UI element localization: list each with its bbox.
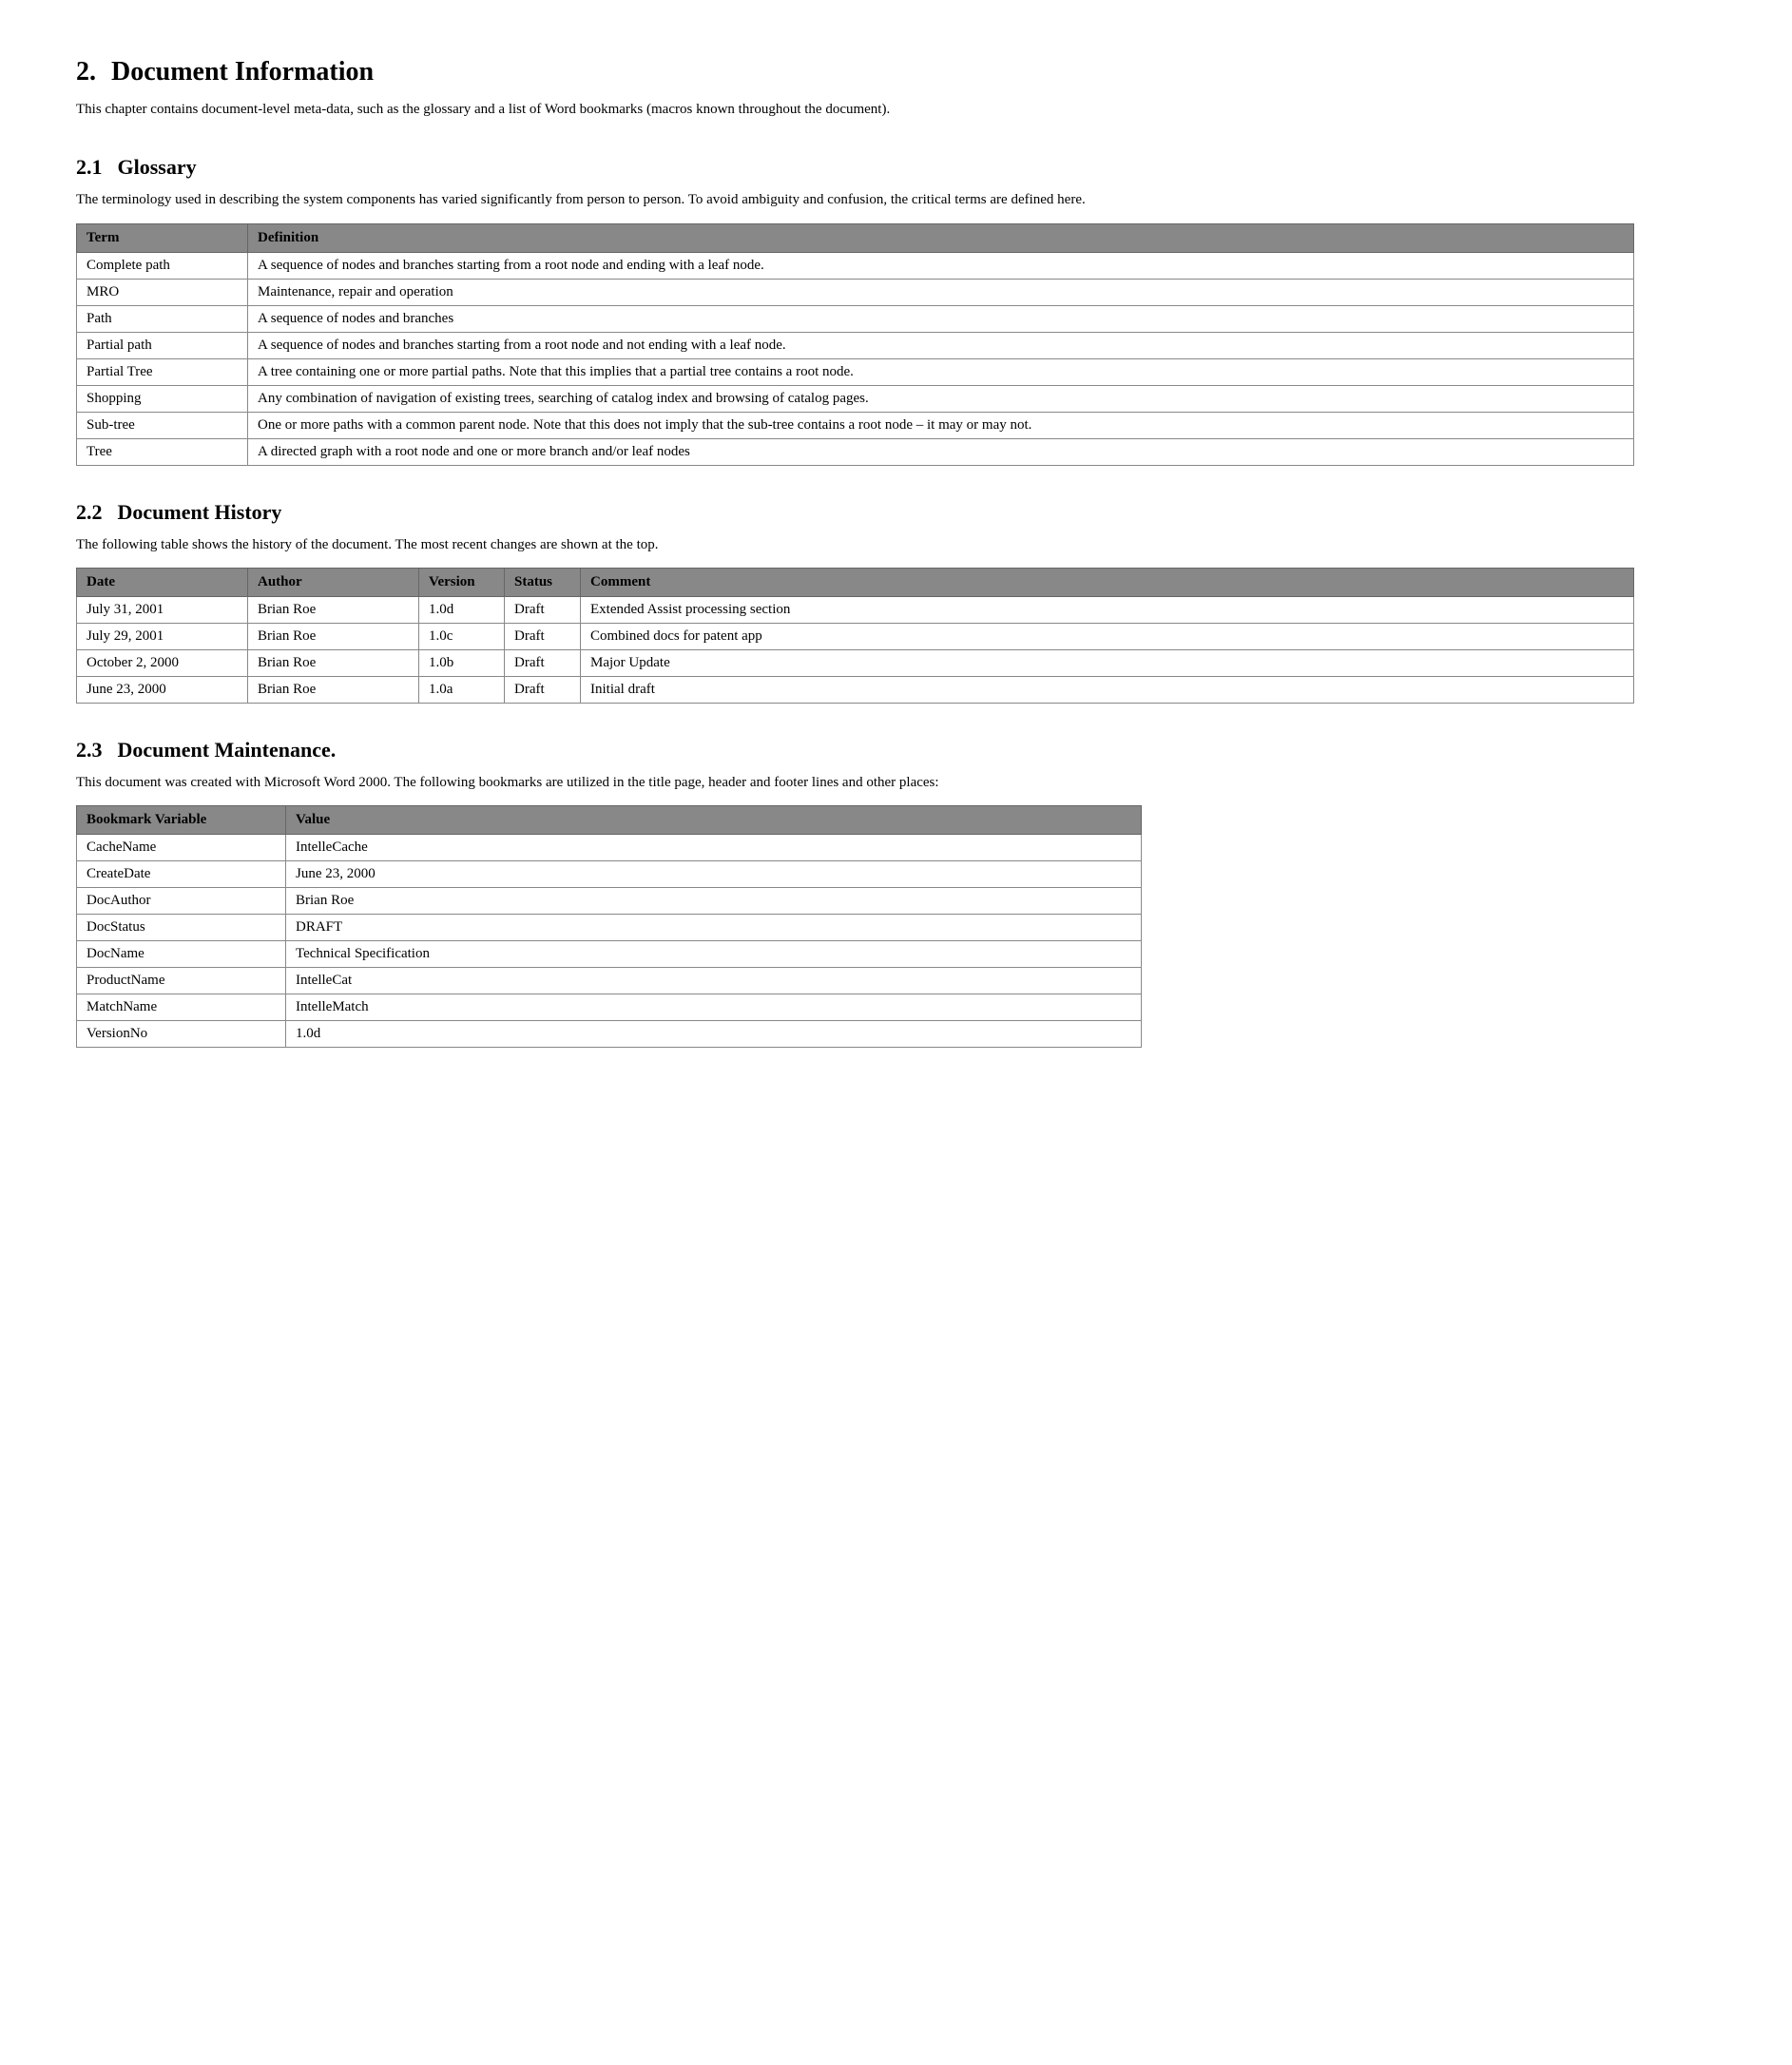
- bookmark-row: ProductNameIntelleCat: [77, 968, 1142, 994]
- history-date: July 29, 2001: [77, 623, 248, 649]
- history-comment: Major Update: [581, 649, 1634, 676]
- bookmark-value: Technical Specification: [286, 941, 1142, 968]
- history-version: 1.0a: [419, 676, 505, 703]
- history-version: 1.0c: [419, 623, 505, 649]
- glossary-term: Partial path: [77, 332, 248, 358]
- glossary-col-definition: Definition: [248, 223, 1634, 252]
- history-date: October 2, 2000: [77, 649, 248, 676]
- bookmark-row: CacheNameIntelleCache: [77, 835, 1142, 861]
- glossary-row: Sub-treeOne or more paths with a common …: [77, 412, 1634, 438]
- bookmark-value: June 23, 2000: [286, 861, 1142, 888]
- history-status: Draft: [505, 649, 581, 676]
- section-2-2-intro: The following table shows the history of…: [76, 534, 1716, 556]
- history-col-header: Version: [419, 568, 505, 596]
- history-date: July 31, 2001: [77, 596, 248, 623]
- history-col-header: Date: [77, 568, 248, 596]
- glossary-row: ShoppingAny combination of navigation of…: [77, 385, 1634, 412]
- bookmark-value: 1.0d: [286, 1021, 1142, 1048]
- bookmark-value: IntelleMatch: [286, 994, 1142, 1021]
- bookmark-row: DocAuthorBrian Roe: [77, 888, 1142, 915]
- bookmark-row: DocStatusDRAFT: [77, 915, 1142, 941]
- section-2-1-intro: The terminology used in describing the s…: [76, 189, 1716, 211]
- history-comment: Extended Assist processing section: [581, 596, 1634, 623]
- bookmark-variable: CreateDate: [77, 861, 286, 888]
- bookmark-row: DocNameTechnical Specification: [77, 941, 1142, 968]
- history-author: Brian Roe: [248, 596, 419, 623]
- history-col-header: Comment: [581, 568, 1634, 596]
- section-2-3-intro: This document was created with Microsoft…: [76, 772, 1716, 794]
- history-author: Brian Roe: [248, 623, 419, 649]
- glossary-term: Sub-tree: [77, 412, 248, 438]
- history-date: June 23, 2000: [77, 676, 248, 703]
- history-row: June 23, 2000Brian Roe1.0aDraftInitial d…: [77, 676, 1634, 703]
- section-2-3-title: 2.3Document Maintenance.: [76, 738, 1716, 762]
- glossary-term: Partial Tree: [77, 358, 248, 385]
- glossary-definition: Maintenance, repair and operation: [248, 279, 1634, 305]
- bookmark-variable: DocName: [77, 941, 286, 968]
- glossary-definition: One or more paths with a common parent n…: [248, 412, 1634, 438]
- bookmark-variable: CacheName: [77, 835, 286, 861]
- glossary-row: Complete pathA sequence of nodes and bra…: [77, 252, 1634, 279]
- section-2-title: 2.Document Information: [76, 57, 1716, 87]
- glossary-term: Shopping: [77, 385, 248, 412]
- bookmark-variable: DocAuthor: [77, 888, 286, 915]
- glossary-row: PathA sequence of nodes and branches: [77, 305, 1634, 332]
- bookmark-variable: MatchName: [77, 994, 286, 1021]
- section-2-1-title: 2.1Glossary: [76, 155, 1716, 180]
- subsection-2-1-number: 2.1: [76, 155, 103, 179]
- glossary-definition: A sequence of nodes and branches startin…: [248, 252, 1634, 279]
- history-version: 1.0b: [419, 649, 505, 676]
- history-status: Draft: [505, 676, 581, 703]
- history-row: July 31, 2001Brian Roe1.0dDraftExtended …: [77, 596, 1634, 623]
- history-comment: Initial draft: [581, 676, 1634, 703]
- section-number: 2.: [76, 57, 96, 87]
- bookmark-value: IntelleCat: [286, 968, 1142, 994]
- glossary-row: Partial TreeA tree containing one or mor…: [77, 358, 1634, 385]
- bookmark-row: MatchNameIntelleMatch: [77, 994, 1142, 1021]
- glossary-col-term: Term: [77, 223, 248, 252]
- bookmark-variable: DocStatus: [77, 915, 286, 941]
- history-status: Draft: [505, 623, 581, 649]
- history-row: October 2, 2000Brian Roe1.0bDraftMajor U…: [77, 649, 1634, 676]
- glossary-definition: A sequence of nodes and branches startin…: [248, 332, 1634, 358]
- bookmark-variable: ProductName: [77, 968, 286, 994]
- history-row: July 29, 2001Brian Roe1.0cDraftCombined …: [77, 623, 1634, 649]
- glossary-term: Path: [77, 305, 248, 332]
- glossary-table: Term Definition Complete pathA sequence …: [76, 223, 1634, 466]
- bookmark-value: IntelleCache: [286, 835, 1142, 861]
- glossary-row: TreeA directed graph with a root node an…: [77, 438, 1634, 465]
- history-col-header: Status: [505, 568, 581, 596]
- bookmark-table: Bookmark Variable Value CacheNameIntelle…: [76, 805, 1142, 1048]
- bookmark-row: CreateDateJune 23, 2000: [77, 861, 1142, 888]
- subsection-2-3-number: 2.3: [76, 738, 103, 762]
- history-version: 1.0d: [419, 596, 505, 623]
- glossary-definition: A sequence of nodes and branches: [248, 305, 1634, 332]
- bookmark-col-variable: Bookmark Variable: [77, 806, 286, 835]
- bookmark-col-value: Value: [286, 806, 1142, 835]
- history-author: Brian Roe: [248, 676, 419, 703]
- bookmark-row: VersionNo1.0d: [77, 1021, 1142, 1048]
- bookmark-value: Brian Roe: [286, 888, 1142, 915]
- history-col-header: Author: [248, 568, 419, 596]
- bookmark-value: DRAFT: [286, 915, 1142, 941]
- section-2-2-title: 2.2Document History: [76, 500, 1716, 525]
- glossary-term: Complete path: [77, 252, 248, 279]
- glossary-row: Partial pathA sequence of nodes and bran…: [77, 332, 1634, 358]
- history-table: DateAuthorVersionStatusComment July 31, …: [76, 568, 1634, 704]
- glossary-row: MROMaintenance, repair and operation: [77, 279, 1634, 305]
- section-2-intro: This chapter contains document-level met…: [76, 99, 1716, 121]
- glossary-definition: A tree containing one or more partial pa…: [248, 358, 1634, 385]
- subsection-2-2-number: 2.2: [76, 500, 103, 524]
- history-comment: Combined docs for patent app: [581, 623, 1634, 649]
- glossary-term: MRO: [77, 279, 248, 305]
- glossary-definition: Any combination of navigation of existin…: [248, 385, 1634, 412]
- bookmark-variable: VersionNo: [77, 1021, 286, 1048]
- glossary-definition: A directed graph with a root node and on…: [248, 438, 1634, 465]
- history-status: Draft: [505, 596, 581, 623]
- history-author: Brian Roe: [248, 649, 419, 676]
- glossary-term: Tree: [77, 438, 248, 465]
